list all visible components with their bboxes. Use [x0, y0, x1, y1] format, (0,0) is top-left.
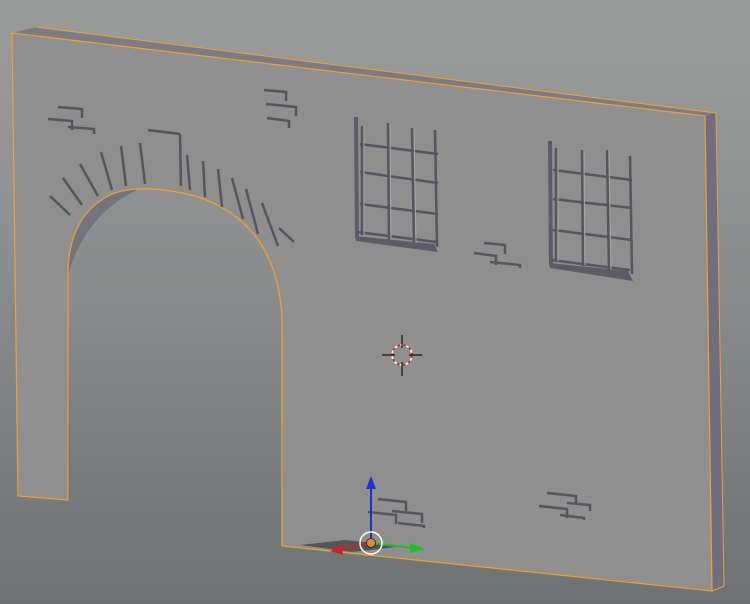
scene-canvas[interactable] — [0, 0, 750, 604]
gizmo-pivot[interactable] — [366, 538, 376, 548]
wall-front-face[interactable] — [11, 32, 713, 592]
3d-viewport[interactable] — [0, 0, 750, 604]
wall-object[interactable] — [11, 26, 725, 592]
